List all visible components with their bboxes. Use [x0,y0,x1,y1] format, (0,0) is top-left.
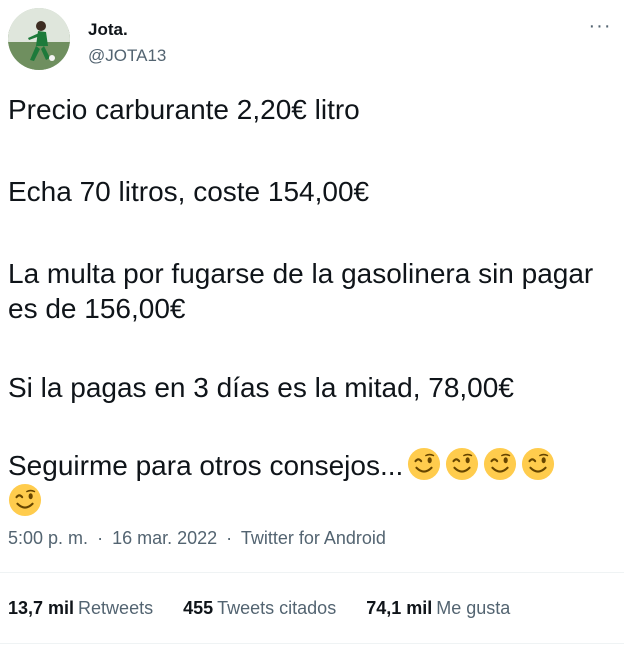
winking-face-icon [407,447,441,481]
tweet-line-1: Precio carburante 2,20€ litro [8,94,360,125]
quotes-count: 455 [183,598,214,618]
tweet-time[interactable]: 5:00 p. m. [8,528,88,548]
user-handle[interactable]: @JOTA13 [88,46,166,66]
winking-face-icon [8,483,42,517]
tweet-header: Jota. @JOTA13 ··· [8,8,616,72]
quotes-stat[interactable]: 455 Tweets citados [183,598,336,619]
tweet-line-2: Echa 70 litros, coste 154,00€ [8,176,370,207]
tweet-line-3: La multa por fugarse de la gasolinera si… [8,258,594,324]
quotes-label: Tweets citados [217,598,337,618]
tweet-line-5-text: Seguirme para otros consejos... [8,450,404,481]
winking-face-icon [483,447,517,481]
retweets-label: Retweets [78,598,154,618]
meta-separator: · [226,528,233,548]
divider [0,643,624,644]
avatar[interactable] [8,8,70,70]
avatar-image [8,8,70,70]
tweet-source[interactable]: Twitter for Android [241,528,386,548]
tweet-text: Precio carburante 2,20€ litro Echa 70 li… [8,92,612,519]
more-horizontal-icon[interactable]: ··· [584,10,616,42]
tweet-date[interactable]: 16 mar. 2022 [112,528,217,548]
tweet-line-4: Si la pagas en 3 días es la mitad, 78,00… [8,372,514,403]
meta-separator: · [97,528,104,548]
winking-face-icon [521,447,555,481]
display-name[interactable]: Jota. [88,20,128,40]
divider [0,572,624,573]
retweets-count: 13,7 mil [8,598,75,618]
retweets-stat[interactable]: 13,7 mil Retweets [8,598,153,619]
tweet-line-5: Seguirme para otros consejos... [8,447,612,519]
likes-stat[interactable]: 74,1 mil Me gusta [366,598,510,619]
tweet-meta: 5:00 p. m. · 16 mar. 2022 · Twitter for … [8,528,386,549]
likes-label: Me gusta [436,598,511,618]
winking-face-icon [445,447,479,481]
likes-count: 74,1 mil [366,598,433,618]
tweet-stats: 13,7 mil Retweets 455 Tweets citados 74,1 … [8,598,540,619]
